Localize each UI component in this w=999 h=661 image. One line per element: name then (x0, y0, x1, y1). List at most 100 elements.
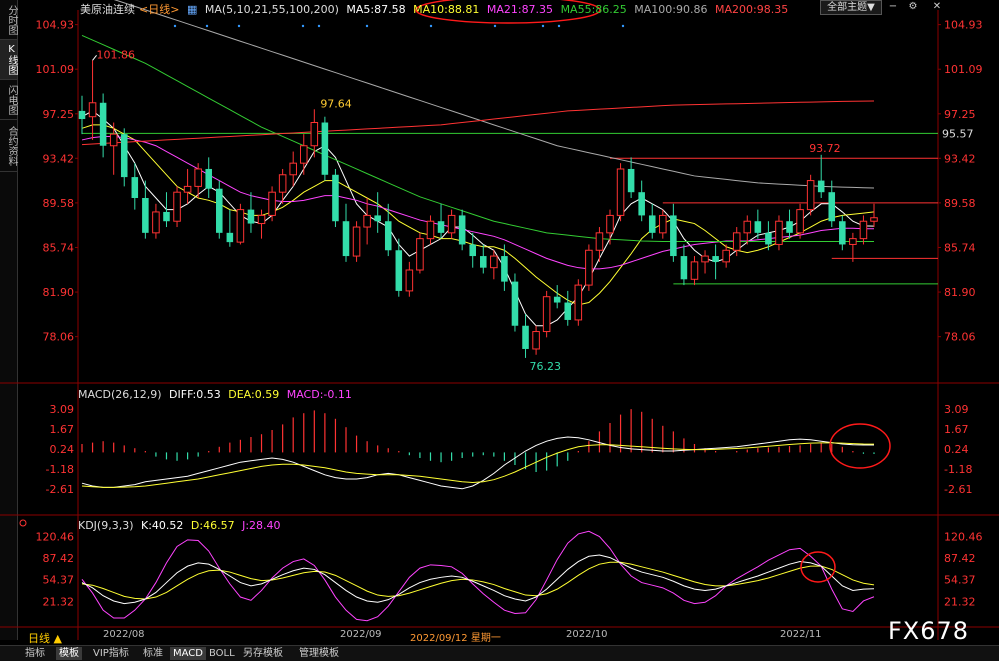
candle-body (395, 250, 403, 291)
macd-legend: MACD(26,12,9) DIFF:0.53 DEA:0.59 MACD:-0… (78, 388, 356, 402)
price-tick-right: 78.06 (944, 331, 976, 344)
gear-icon[interactable]: ⚙ (906, 0, 920, 13)
candle-body (786, 221, 793, 233)
candle-body (817, 180, 825, 193)
tab-standard[interactable]: 标准 (140, 647, 166, 660)
event-dot (365, 24, 369, 28)
kdj-tick-left: 54.37 (43, 574, 75, 587)
tab-macd[interactable]: MACD (170, 647, 206, 660)
candle-body (606, 214, 614, 234)
candle-body (595, 232, 604, 251)
price-tick-left: 85.74 (43, 241, 75, 254)
candle-body (78, 110, 86, 120)
tab-boll[interactable]: BOLL (206, 647, 238, 660)
candle-body (310, 122, 319, 147)
kdj-k-line (81, 554, 875, 605)
event-dot (621, 24, 625, 28)
candle-body (236, 209, 245, 243)
candle-body (616, 168, 625, 216)
candle-body (363, 214, 371, 228)
candle-body (806, 180, 815, 211)
candle-body (553, 296, 561, 303)
event-dot (301, 24, 305, 28)
kdj-legend: KDJ(9,3,3) K:40.52 D:46.57 J:28.40 (78, 519, 285, 533)
macd-tick-left: -2.61 (46, 483, 74, 496)
low-label: 76.23 (530, 360, 562, 373)
x-date-oct: 2022/10 (566, 629, 608, 640)
candle-body (183, 185, 192, 193)
kdj-d: D:46.57 (190, 519, 235, 532)
candle-body (109, 133, 118, 147)
ma-line-ma200 (81, 100, 875, 146)
candle-body (120, 134, 128, 178)
candle-body (828, 192, 836, 222)
candle-body (458, 215, 466, 245)
trading-chart-window: 分时图 K线图 闪电图 合约资料 104.93 104.93 101.09 101.0… (0, 0, 999, 661)
candle-body (480, 256, 487, 268)
x-date-sep: 2022/09 (340, 629, 382, 640)
period-selector[interactable]: 日线 ▲ (28, 630, 62, 646)
kdj-tick-left: 21.32 (43, 595, 75, 608)
event-dot (429, 24, 433, 28)
ma21-value: MA21:87.35 (486, 3, 554, 16)
close-icon[interactable]: ✕ (930, 0, 944, 13)
macd-tick-right: -1.18 (944, 463, 972, 476)
candle-body (511, 281, 519, 326)
ma200-value: MA200:98.35 (715, 3, 789, 16)
candle-body (173, 191, 181, 222)
tab-manage-template[interactable]: 管理模板 (296, 647, 342, 660)
candle-body (268, 191, 276, 216)
tab-save-template[interactable]: 另存模板 (240, 647, 286, 660)
event-dot (493, 24, 497, 28)
candle-body (754, 221, 762, 233)
tab-vip-indicator[interactable]: VIP指标 (90, 647, 132, 660)
price-tick-left: 78.06 (43, 331, 75, 344)
macd-tick-right: 1.67 (944, 423, 969, 436)
candle-body (490, 255, 498, 269)
kdj-tick-left: 120.46 (36, 530, 75, 543)
event-dot (541, 24, 545, 28)
candle-body (849, 238, 857, 245)
price-tick-left: 97.25 (43, 108, 75, 121)
candle-body (469, 244, 476, 257)
candle-body (532, 331, 540, 350)
price-tick-left: 81.90 (43, 286, 75, 299)
crosshair-date: 2022/09/12 星期一 (410, 633, 501, 644)
candle-body (712, 256, 719, 262)
kdj-name: KDJ(9,3,3) (78, 519, 134, 532)
theme-dropdown[interactable]: 全部主题▼ (820, 0, 882, 15)
candle-body (437, 221, 445, 233)
candle-body (542, 296, 551, 333)
candle-body (796, 209, 804, 234)
macd-tick-left: 0.24 (50, 443, 75, 456)
candle-body (194, 168, 202, 187)
high-label: 101.86 (97, 48, 136, 61)
price-tick-left: 93.42 (43, 152, 75, 165)
candle-body (743, 220, 752, 234)
candle-body (680, 256, 688, 280)
candle-body (152, 211, 160, 234)
candle-body (870, 217, 878, 222)
candle-body (501, 256, 508, 282)
candle-body (574, 284, 583, 321)
tab-indicator[interactable]: 指标 (22, 647, 48, 660)
period-tag: <日线> (139, 3, 180, 16)
macd-tick-left: 3.09 (50, 403, 75, 416)
candle-body (775, 220, 783, 245)
candle-body (131, 177, 139, 198)
macd-tick-left: -1.18 (46, 463, 74, 476)
candle-body (278, 174, 287, 193)
candle-body (257, 214, 266, 225)
candle-body (384, 221, 392, 251)
price-tick-left: 89.58 (43, 197, 75, 210)
chart-canvas[interactable]: 104.93 104.93 101.09 101.09 97.25 97.25 93.42 9… (0, 0, 999, 660)
price-tick-left: 101.09 (36, 63, 75, 76)
candle-body (163, 211, 170, 222)
candle-body (88, 102, 97, 118)
candle-body (859, 220, 868, 240)
minus-icon[interactable]: − (886, 0, 900, 13)
candle-body (247, 209, 255, 224)
macd-dea-line (81, 442, 875, 488)
candle-body (416, 238, 424, 271)
tab-template[interactable]: 模板 (56, 647, 82, 660)
